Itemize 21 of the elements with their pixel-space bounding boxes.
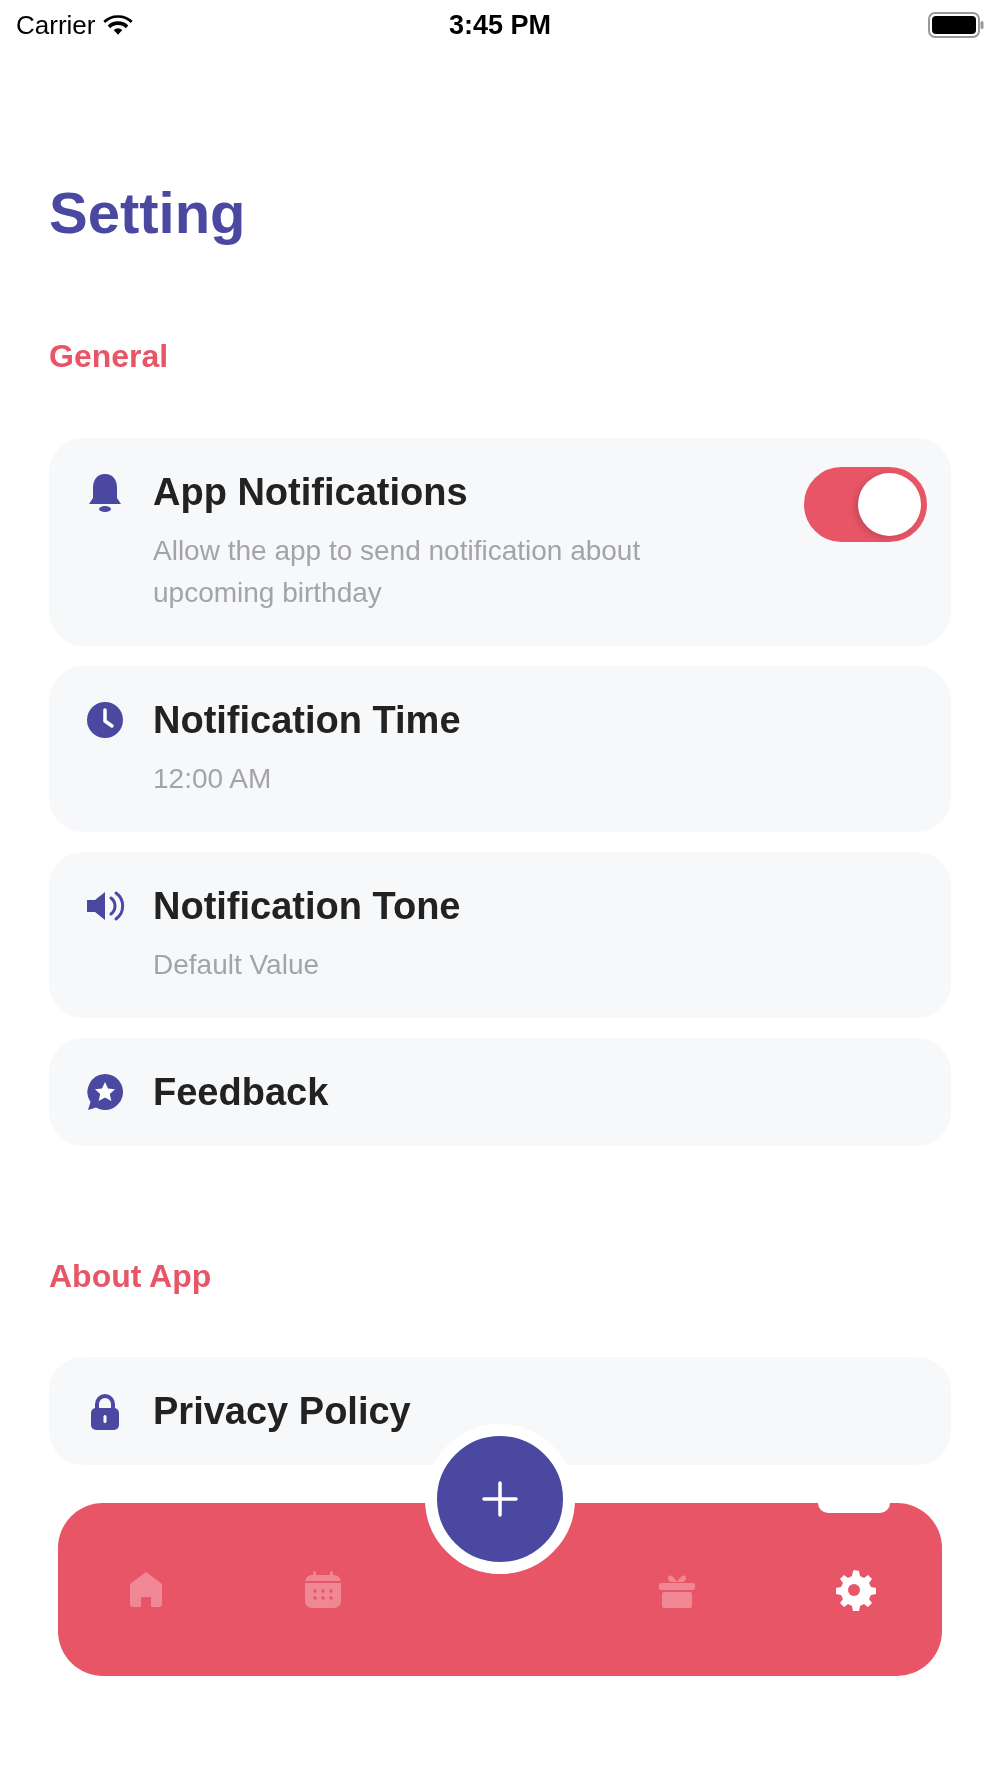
settings-card[interactable]: Feedback: [49, 1038, 951, 1146]
setting-title: Notification Tone: [153, 884, 462, 928]
settings-card[interactable]: App Notifications Allow the app to send notification about upcoming birthday: [49, 438, 951, 646]
settings-card[interactable]: Notification Time 12:00 AM: [49, 666, 951, 832]
section-heading: About App: [49, 1257, 213, 1296]
setting-title: App Notifications: [153, 470, 469, 514]
plus-icon: [480, 1479, 520, 1519]
setting-description: Default Value: [153, 948, 321, 982]
setting-description: 12:00 AM: [153, 762, 273, 796]
setting-title: Notification Time: [153, 698, 462, 742]
setting-title: Feedback: [153, 1070, 330, 1114]
settings-card[interactable]: Privacy Policy: [49, 1357, 951, 1465]
page-title: Setting: [49, 179, 247, 247]
wifi-icon: [103, 14, 134, 36]
status-time: 3:45 PM: [448, 9, 551, 41]
setting-description: Allow the app to send notification about upcoming birthday: [153, 534, 642, 610]
carrier-label: Carrier: [16, 9, 96, 41]
settings-card[interactable]: Notification Tone Default Value: [49, 852, 951, 1018]
setting-title: Privacy Policy: [153, 1389, 412, 1433]
section-heading: General: [49, 337, 170, 376]
battery-icon: [928, 12, 984, 38]
